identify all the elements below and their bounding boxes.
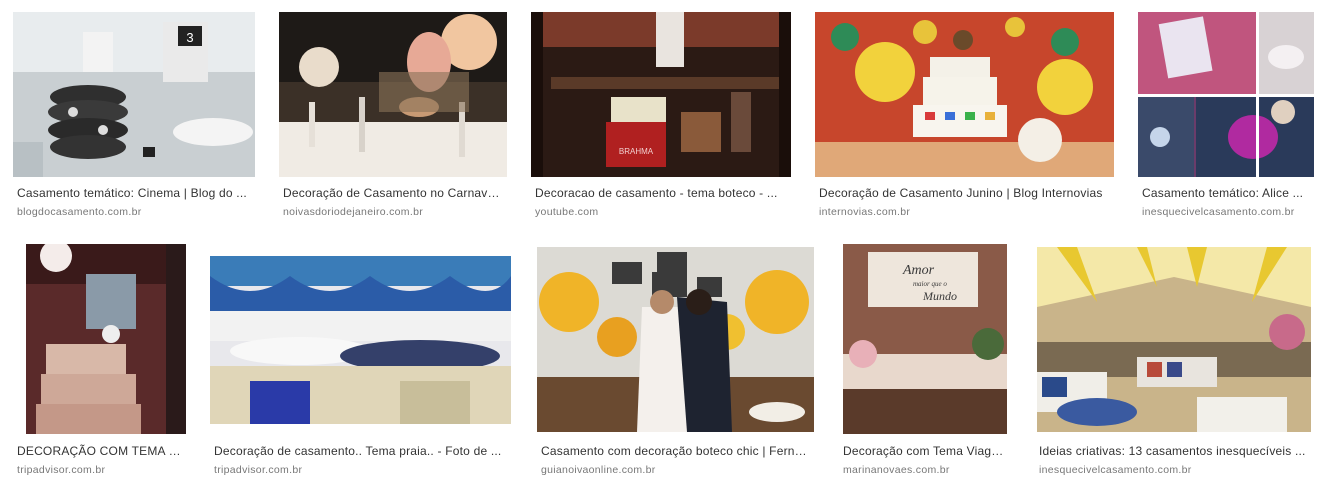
image-result-2[interactable]: Decoração de Casamento no Carnaval ... n… [279, 12, 507, 222]
result-thumbnail[interactable] [279, 12, 507, 177]
result-source[interactable]: blogdocasamento.com.br [17, 206, 253, 218]
result-thumbnail[interactable] [210, 256, 511, 424]
crate-label: BRAHMA [619, 147, 654, 156]
result-title[interactable]: Decoração de casamento.. Tema praia.. - … [214, 444, 512, 458]
result-source[interactable]: marinanovaes.com.br [843, 464, 1009, 476]
result-title[interactable]: Ideias criativas: 13 casamentos inesquec… [1039, 444, 1311, 458]
result-thumbnail[interactable]: Amor maior que o Mundo [843, 244, 1007, 434]
image-result-9[interactable]: Amor maior que o Mundo Decoração com Tem… [839, 244, 1011, 480]
image-result-6[interactable]: DECORAÇÃO COM TEMA - ... tripadvisor.com… [13, 244, 186, 480]
result-thumbnail[interactable]: 3 [13, 12, 255, 177]
sign-text-line1: Amor [902, 263, 935, 278]
image-result-10[interactable]: Ideias criativas: 13 casamentos inesquec… [1035, 244, 1313, 480]
sign-text-line2: maior que o [913, 280, 947, 288]
image-result-3[interactable]: BRAHMA Decoracao de casamento - tema bot… [531, 12, 791, 222]
result-title[interactable]: Casamento com decoração boteco chic | Fe… [541, 444, 812, 458]
clapper-number: 3 [186, 30, 193, 45]
result-source[interactable]: noivasdoriodejaneiro.com.br [283, 206, 505, 218]
result-title[interactable]: Decoracao de casamento - tema boteco - .… [535, 186, 789, 200]
result-title[interactable]: Casamento temático: Alice ... [1142, 186, 1312, 200]
image-result-5[interactable]: Casamento temático: Alice ... inesqueciv… [1138, 12, 1314, 222]
result-thumbnail[interactable] [26, 244, 186, 434]
result-thumbnail[interactable] [1037, 247, 1311, 432]
result-title[interactable]: Decoração de Casamento Junino | Blog Int… [819, 186, 1112, 200]
result-source[interactable]: youtube.com [535, 206, 789, 218]
image-result-8[interactable]: Casamento com decoração boteco chic | Fe… [537, 244, 814, 480]
result-source[interactable]: inesquecivelcasamento.com.br [1039, 464, 1311, 476]
result-source[interactable]: guianoivaonline.com.br [541, 464, 812, 476]
image-result-4[interactable]: Decoração de Casamento Junino | Blog Int… [815, 12, 1114, 222]
result-thumbnail[interactable]: BRAHMA [531, 12, 791, 177]
result-source[interactable]: tripadvisor.com.br [17, 464, 184, 476]
result-title[interactable]: Decoração de Casamento no Carnaval ... [283, 186, 505, 200]
sign-text-line3: Mundo [922, 289, 957, 303]
result-title[interactable]: Decoração com Tema Viagem ... [843, 444, 1009, 458]
result-thumbnail[interactable] [537, 247, 814, 432]
image-result-1[interactable]: 3 Casamento temático: Cinema | Blog do .… [13, 12, 255, 222]
image-result-7[interactable]: Decoração de casamento.. Tema praia.. - … [210, 244, 514, 480]
result-title[interactable]: Casamento temático: Cinema | Blog do ... [17, 186, 253, 200]
result-source[interactable]: tripadvisor.com.br [214, 464, 512, 476]
result-source[interactable]: inesquecivelcasamento.com.br [1142, 206, 1312, 218]
result-thumbnail[interactable] [1138, 12, 1314, 177]
result-thumbnail[interactable] [815, 12, 1114, 177]
result-title[interactable]: DECORAÇÃO COM TEMA - ... [17, 444, 184, 458]
result-source[interactable]: internovias.com.br [819, 206, 1112, 218]
